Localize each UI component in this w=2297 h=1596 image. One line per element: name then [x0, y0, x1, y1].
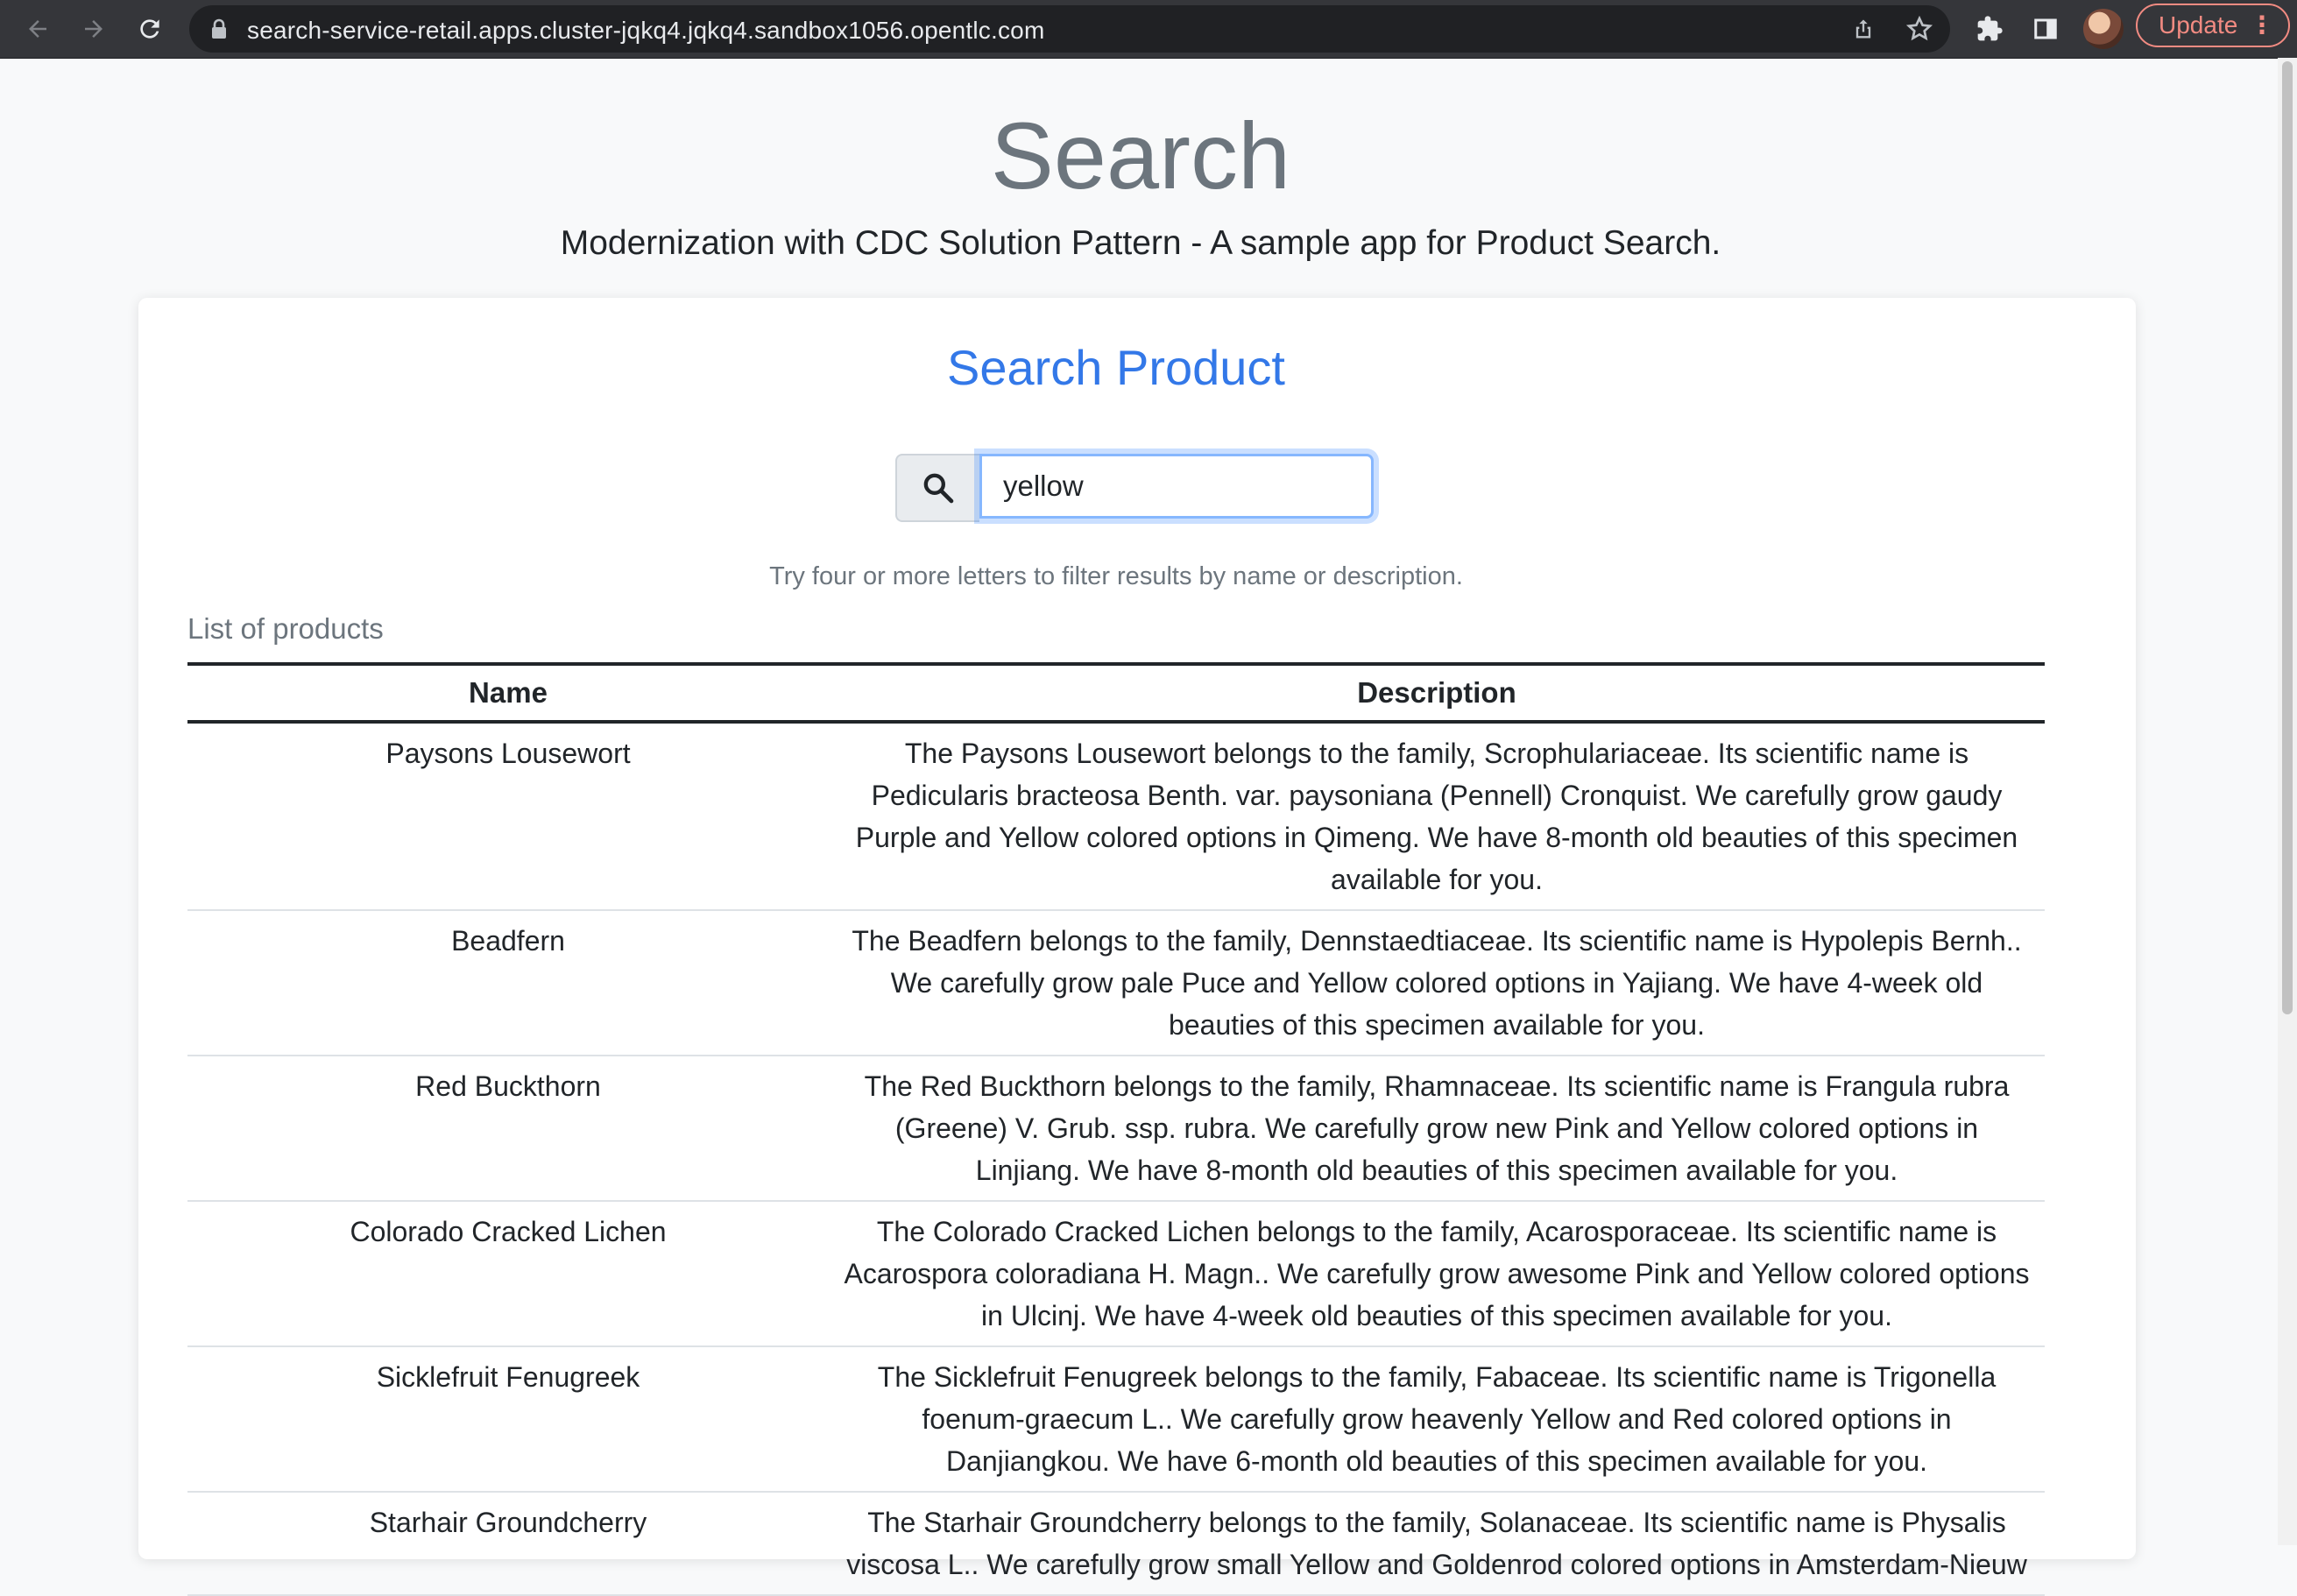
lock-icon — [212, 18, 226, 39]
table-row: Paysons Lousewort The Paysons Lousewort … — [187, 722, 2045, 911]
products-table-wrapper: Name Description Paysons Lousewort The P… — [187, 662, 2045, 1596]
reload-icon — [140, 19, 159, 39]
browser-toolbar: search-service-retail.apps.cluster-jqkq4… — [0, 0, 2297, 59]
search-card: Search Product Try four or more letters … — [138, 298, 2136, 1596]
update-label: Update — [2159, 11, 2238, 39]
back-button[interactable] — [16, 7, 60, 51]
product-name: Sicklefruit Fenugreek — [187, 1346, 829, 1493]
products-table: Name Description Paysons Lousewort The P… — [187, 662, 2045, 1596]
side-panel-button[interactable] — [2024, 7, 2067, 51]
column-header-name: Name — [187, 662, 829, 724]
search-input[interactable] — [979, 454, 1374, 519]
star-icon — [1905, 15, 1933, 41]
search-group — [895, 454, 1374, 522]
product-name: Starhair Groundcherry — [187, 1492, 829, 1596]
card-title: Search Product — [947, 340, 1285, 395]
side-panel-icon — [2034, 18, 2057, 39]
product-description: The Colorado Cracked Lichen belongs to t… — [829, 1201, 2045, 1347]
page-subtitle: Modernization with CDC Solution Pattern … — [560, 224, 1721, 262]
puzzle-icon — [1977, 16, 2003, 41]
bookmark-button[interactable] — [1898, 7, 1941, 51]
table-row: Colorado Cracked Lichen The Colorado Cra… — [187, 1201, 2045, 1347]
more-menu-icon[interactable]: ⋮ — [2250, 5, 2274, 46]
page-title: Search — [990, 102, 1291, 208]
product-description: The Red Buckthorn belongs to the family,… — [829, 1056, 2045, 1202]
address-bar[interactable]: search-service-retail.apps.cluster-jqkq4… — [189, 5, 1950, 53]
product-description: The Paysons Lousewort belongs to the fam… — [829, 722, 2045, 911]
update-button[interactable]: Update ⋮ — [2136, 4, 2290, 47]
column-header-description: Description — [829, 662, 2045, 724]
forward-arrow-icon — [85, 20, 102, 38]
search-helper-text: Try four or more letters to filter resul… — [769, 562, 1463, 590]
table-header-row: Name Description — [187, 662, 2045, 724]
reload-button[interactable] — [128, 7, 172, 51]
table-row: Sicklefruit Fenugreek The Sicklefruit Fe… — [187, 1346, 2045, 1493]
extensions-button[interactable] — [1968, 7, 2011, 51]
back-arrow-icon — [29, 20, 46, 38]
product-description: The Starhair Groundcherry belongs to the… — [829, 1492, 2045, 1596]
product-name: Paysons Lousewort — [187, 722, 829, 911]
product-description: The Sicklefruit Fenugreek belongs to the… — [829, 1346, 2045, 1493]
list-caption: List of products — [187, 612, 384, 645]
table-row: Beadfern The Beadfern belongs to the fam… — [187, 910, 2045, 1056]
share-icon — [1855, 19, 1871, 39]
page-scrollbar-thumb[interactable] — [2282, 61, 2293, 1014]
forward-button[interactable] — [72, 7, 116, 51]
product-name: Beadfern — [187, 910, 829, 1056]
search-icon — [923, 473, 954, 504]
table-row: Red Buckthorn The Red Buckthorn belongs … — [187, 1056, 2045, 1202]
search-button[interactable] — [895, 454, 979, 522]
table-row: Starhair Groundcherry The Starhair Groun… — [187, 1492, 2045, 1596]
product-name: Colorado Cracked Lichen — [187, 1201, 829, 1347]
profile-avatar[interactable] — [2083, 9, 2124, 49]
product-name: Red Buckthorn — [187, 1056, 829, 1202]
share-button[interactable] — [1841, 7, 1885, 51]
product-description: The Beadfern belongs to the family, Denn… — [829, 910, 2045, 1056]
url-text: search-service-retail.apps.cluster-jqkq4… — [247, 17, 1045, 44]
